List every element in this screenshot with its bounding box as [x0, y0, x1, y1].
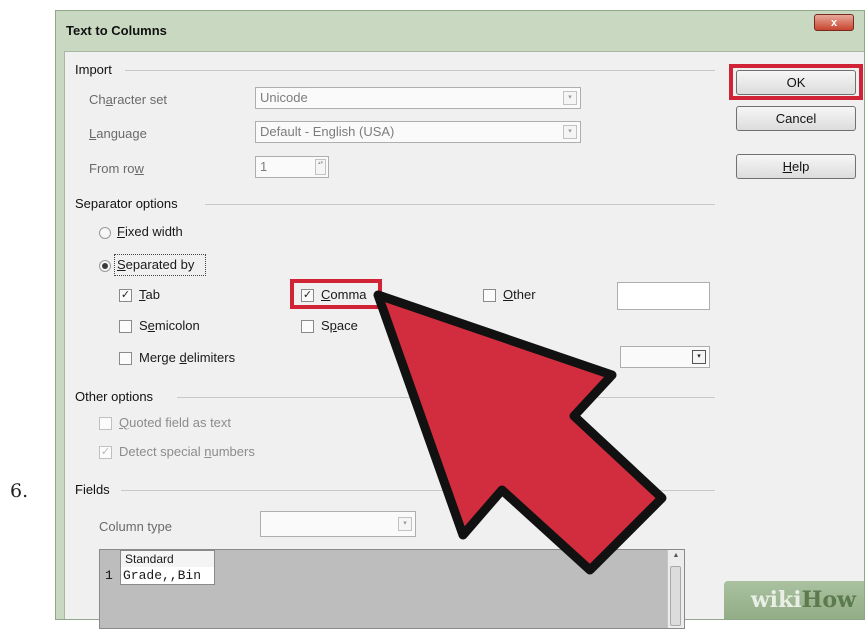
red-arrow-icon [373, 290, 667, 575]
red-arrow-shape [373, 290, 667, 575]
